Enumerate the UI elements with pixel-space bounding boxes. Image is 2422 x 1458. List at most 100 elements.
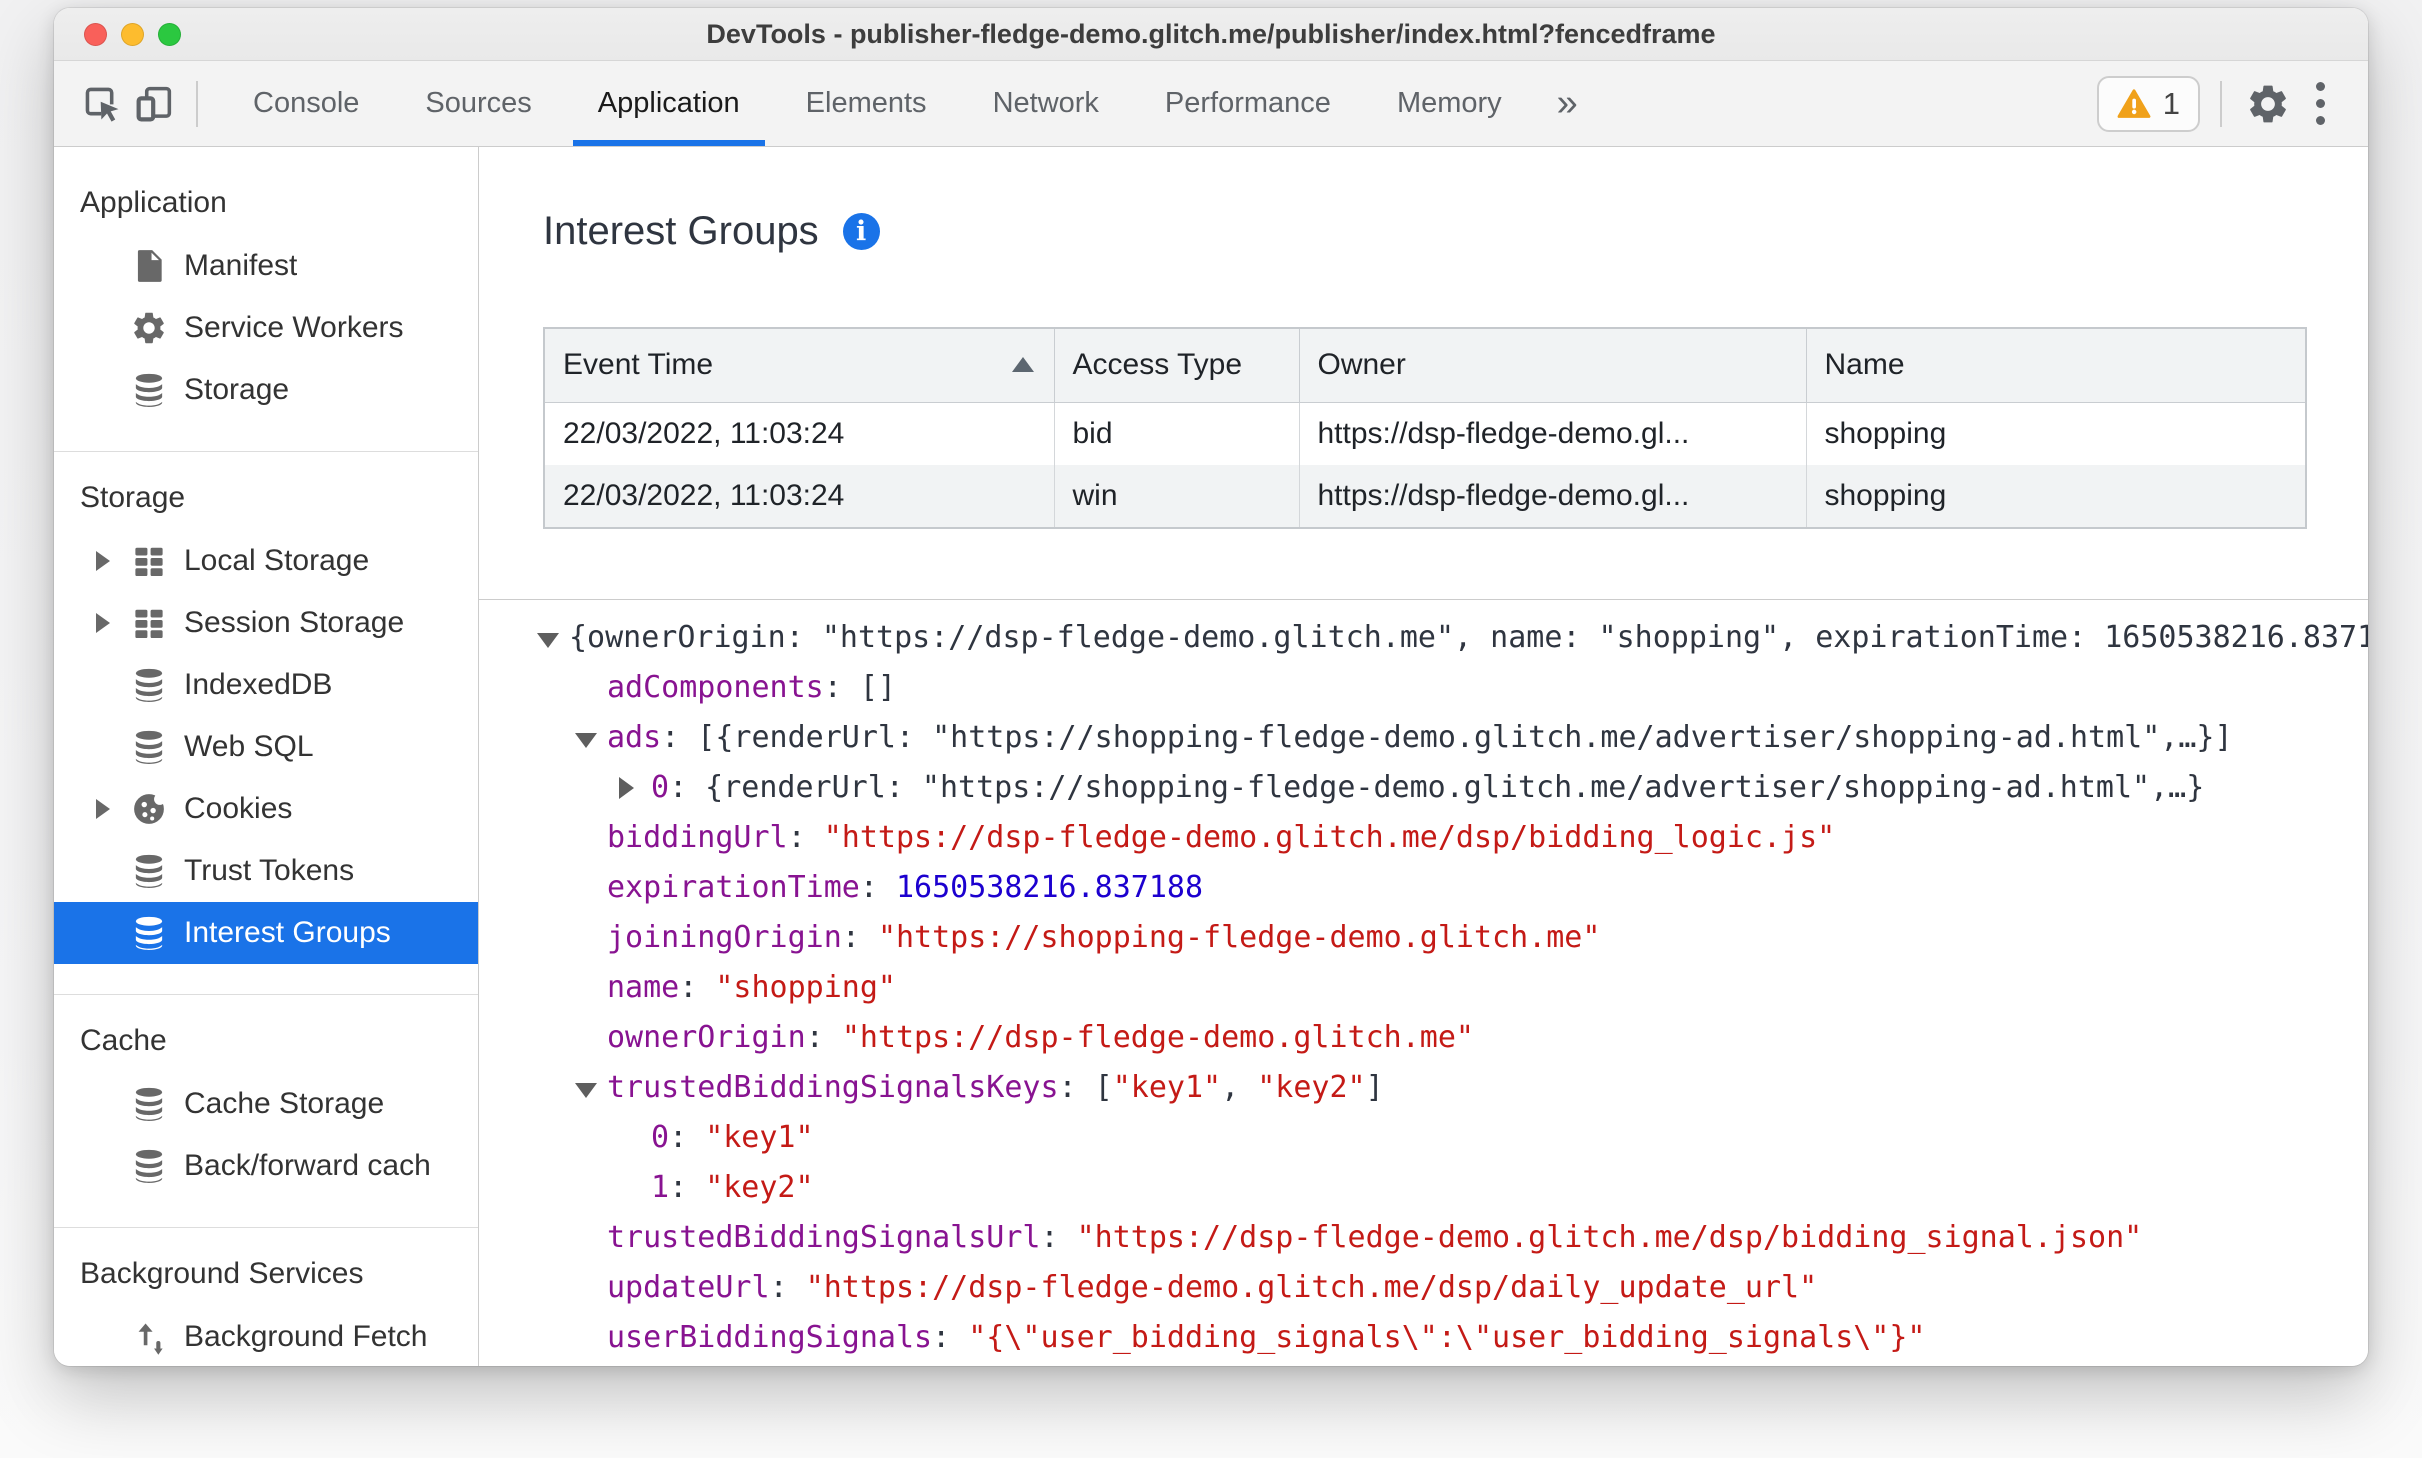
toggle-device-toolbar-icon[interactable] — [128, 76, 180, 132]
sidebar-item-service-workers[interactable]: Service Workers — [54, 297, 478, 359]
json-key: updateUrl — [607, 1270, 770, 1305]
json-tree-line[interactable]: updateUrl: "https://dsp-fledge-demo.glit… — [479, 1263, 2368, 1313]
database-icon — [130, 852, 168, 890]
json-tree-line[interactable]: adComponents: [] — [479, 663, 2368, 713]
json-tree-line[interactable]: trustedBiddingSignalsUrl: "https://dsp-f… — [479, 1213, 2368, 1263]
json-key: trustedBiddingSignalsKeys — [607, 1070, 1059, 1105]
tab-memory[interactable]: Memory — [1364, 61, 1535, 146]
minimize-window-button[interactable] — [121, 22, 144, 46]
sidebar-item-label: Service Workers — [184, 311, 404, 344]
json-tree-line[interactable]: expirationTime: 1650538216.837188 — [479, 863, 2368, 913]
toolbar-right: 1 — [2096, 75, 2346, 132]
json-tree-line[interactable]: 0: "key1" — [479, 1113, 2368, 1163]
json-tree-line[interactable]: joiningOrigin: "https://shopping-fledge-… — [479, 913, 2368, 963]
sidebar-item-background-fetch[interactable]: Background Fetch — [54, 1306, 478, 1366]
json-tree-line[interactable]: ownerOrigin: "https://dsp-fledge-demo.gl… — [479, 1013, 2368, 1063]
close-window-button[interactable] — [84, 22, 107, 46]
database-icon — [130, 666, 168, 704]
database-icon — [130, 371, 168, 409]
json-key: ads — [607, 720, 662, 755]
json-string-value: "key1" — [1112, 1070, 1222, 1105]
json-key: ownerOrigin — [607, 1020, 806, 1055]
json-tree-line[interactable]: userBiddingSignals: "{\"user_bidding_sig… — [479, 1313, 2368, 1363]
column-header-event-time[interactable]: Event Time — [543, 327, 1055, 403]
expand-arrow-icon[interactable] — [96, 799, 110, 819]
issues-badge[interactable]: 1 — [2096, 75, 2200, 132]
json-tree-line[interactable]: ads: [{renderUrl: "https://shopping-fled… — [479, 713, 2368, 763]
json-string-value: "https://dsp-fledge-demo.glitch.me/dsp/d… — [805, 1270, 1818, 1305]
database-icon — [130, 914, 168, 952]
file-icon — [130, 247, 168, 285]
json-tree-line[interactable]: 0: {renderUrl: "https://shopping-fledge-… — [479, 763, 2368, 813]
sidebar-item-session-storage[interactable]: Session Storage — [54, 592, 478, 654]
json-key: 0 — [651, 1120, 670, 1155]
column-header-label: Event Time — [563, 348, 714, 382]
expand-arrow-icon[interactable] — [96, 551, 110, 571]
table-row[interactable]: 22/03/2022, 11:03:24 bid https://dsp-fledg… — [543, 402, 2307, 465]
json-preview-text: {ownerOrigin: "https://dsp-fledge-demo.g… — [569, 620, 2368, 655]
column-header-access-type[interactable]: Access Type — [1053, 327, 1300, 403]
database-icon — [130, 1147, 168, 1185]
json-preview-text: : [ — [1058, 1070, 1113, 1105]
cell-name: shopping — [1805, 465, 2307, 528]
more-tabs-button[interactable]: » — [1535, 82, 1600, 125]
fullscreen-window-button[interactable] — [158, 22, 181, 46]
grid-icon — [130, 542, 168, 580]
json-string-value: "https://shopping-fledge-demo.glitch.me" — [877, 920, 1601, 955]
gear-icon — [2250, 85, 2286, 122]
expand-arrow-icon[interactable] — [96, 613, 110, 633]
sidebar-item-back-forward-cach[interactable]: Back/forward cach — [54, 1135, 478, 1197]
cell-owner: https://dsp-fledge-demo.gl... — [1298, 402, 1807, 465]
tab-performance[interactable]: Performance — [1132, 61, 1364, 146]
kebab-menu-icon[interactable] — [2294, 76, 2346, 132]
settings-gear-icon[interactable] — [2242, 76, 2294, 132]
traffic-lights — [84, 8, 181, 60]
json-tree-line[interactable]: name: "shopping" — [479, 963, 2368, 1013]
json-string-value: "key2" — [1257, 1070, 1366, 1105]
sidebar-item-storage[interactable]: Storage — [54, 359, 478, 421]
json-tree-line[interactable]: 1: "key2" — [479, 1163, 2368, 1213]
tab-sources[interactable]: Sources — [392, 61, 564, 146]
column-header-name[interactable]: Name — [1805, 327, 2307, 403]
json-key: 1 — [651, 1170, 670, 1205]
column-header-owner[interactable]: Owner — [1298, 327, 1807, 403]
application-sidebar: Application Manifest Service Workers Storag… — [54, 147, 479, 1366]
json-tree-line[interactable]: {ownerOrigin: "https://dsp-fledge-demo.g… — [479, 613, 2368, 663]
sidebar-item-local-storage[interactable]: Local Storage — [54, 530, 478, 592]
collapse-arrow-icon[interactable] — [575, 733, 597, 748]
sidebar-item-cache-storage[interactable]: Cache Storage — [54, 1073, 478, 1135]
json-string-value: "key2" — [705, 1170, 814, 1205]
tab-network[interactable]: Network — [960, 61, 1132, 146]
sidebar-item-trust-tokens[interactable]: Trust Tokens — [54, 840, 478, 902]
toolbar-separator — [2220, 80, 2222, 127]
json-tree-line[interactable]: trustedBiddingSignalsKeys: ["key1", "key… — [479, 1063, 2368, 1113]
sidebar-section-header: Background Services — [80, 1257, 364, 1290]
interest-groups-table: Event Time Access Type Owner Name 22/03/2022… — [543, 327, 2307, 529]
sidebar-item-cookies[interactable]: Cookies — [54, 778, 478, 840]
fetch-icon — [130, 1318, 168, 1356]
interest-groups-panel: Interest Groups i Event Time Access Type O… — [479, 147, 2368, 1366]
sidebar-item-label: Background Fetch — [184, 1320, 428, 1353]
json-key: trustedBiddingSignalsUrl — [607, 1220, 1041, 1255]
tab-console[interactable]: Console — [220, 61, 392, 146]
sidebar-item-interest-groups[interactable]: Interest Groups — [54, 902, 478, 964]
table-row[interactable]: 22/03/2022, 11:03:24 win https://dsp-fledg… — [543, 465, 2307, 528]
sidebar-item-label: Back/forward cach — [184, 1149, 431, 1182]
collapse-arrow-icon[interactable] — [575, 1083, 597, 1098]
sidebar-item-web-sql[interactable]: Web SQL — [54, 716, 478, 778]
sidebar-section-header: Application — [80, 186, 227, 219]
sidebar-item-indexeddb[interactable]: IndexedDB — [54, 654, 478, 716]
cell-event-time: 22/03/2022, 11:03:24 — [543, 402, 1055, 465]
info-icon[interactable]: i — [842, 213, 880, 250]
json-key: expirationTime — [607, 870, 860, 905]
json-preview-text: : — [841, 920, 878, 955]
sidebar-item-manifest[interactable]: Manifest — [54, 235, 478, 297]
collapse-arrow-icon[interactable] — [537, 633, 559, 648]
tab-application[interactable]: Application — [565, 61, 773, 146]
cell-access-type: win — [1053, 465, 1300, 528]
expand-arrow-icon[interactable] — [619, 777, 634, 799]
json-tree-line[interactable]: biddingUrl: "https://dsp-fledge-demo.gli… — [479, 813, 2368, 863]
tab-elements[interactable]: Elements — [773, 61, 960, 146]
inspect-element-icon[interactable] — [76, 76, 128, 132]
json-string-value: "{\"user_bidding_signals\":\"user_biddin… — [968, 1320, 1926, 1355]
